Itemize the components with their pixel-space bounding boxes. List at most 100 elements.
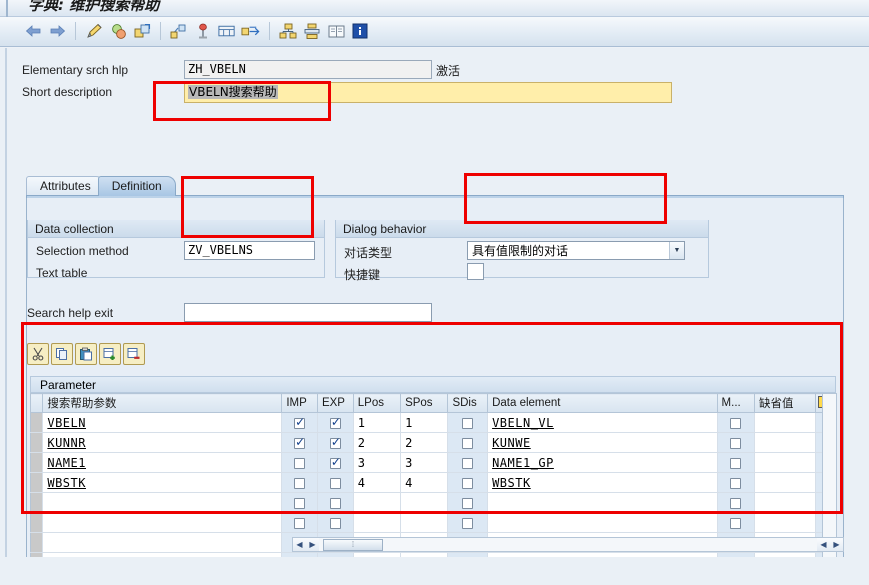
- cell-lpos[interactable]: [352, 512, 402, 533]
- cell-lpos[interactable]: 4: [352, 472, 402, 493]
- cell-delem[interactable]: WBSTK: [487, 472, 718, 493]
- row-selector-cell[interactable]: [29, 532, 44, 553]
- tab-definition[interactable]: Definition: [97, 176, 176, 196]
- data-element-link[interactable]: KUNWE: [492, 436, 531, 450]
- cell-lpos[interactable]: 3: [352, 452, 402, 473]
- table-row[interactable]: WBSTK 4 4 WBSTK: [29, 472, 836, 493]
- column-header-imp[interactable]: IMP: [281, 393, 318, 413]
- checkbox-sdis[interactable]: [462, 437, 474, 449]
- table-row[interactable]: NAME1 33 NAME1_GP: [29, 452, 836, 473]
- cell-lpos[interactable]: 1: [352, 412, 402, 433]
- checkbox-exp[interactable]: [329, 477, 341, 489]
- table-icon[interactable]: [216, 20, 238, 42]
- checkbox-imp[interactable]: [294, 415, 305, 429]
- checkbox-exp[interactable]: [329, 415, 341, 429]
- cell-delem[interactable]: NAME1_GP: [487, 452, 718, 473]
- parameter-link[interactable]: NAME1: [47, 456, 86, 470]
- cell-spos[interactable]: [400, 512, 449, 533]
- row-selector-cell[interactable]: [29, 432, 44, 453]
- grid-scroll-left-button-2[interactable]: [817, 538, 830, 551]
- back-icon[interactable]: [22, 20, 44, 42]
- cell-default[interactable]: [754, 452, 817, 473]
- cell-exp[interactable]: [316, 512, 354, 533]
- display-change-icon[interactable]: [83, 20, 105, 42]
- activate-icon[interactable]: [131, 20, 153, 42]
- hot-key-input[interactable]: [467, 263, 484, 280]
- cell-sdis[interactable]: [447, 412, 489, 433]
- cell-delem[interactable]: [487, 492, 718, 513]
- cell-default[interactable]: [754, 432, 817, 453]
- chevron-down-icon[interactable]: [669, 242, 684, 259]
- row-selector-cell[interactable]: [29, 472, 44, 493]
- data-element-link[interactable]: WBSTK: [492, 476, 531, 490]
- delete-row-icon[interactable]: [123, 343, 145, 365]
- checkbox-exp[interactable]: [329, 455, 341, 469]
- checkbox-imp[interactable]: [294, 497, 306, 509]
- cell-sdis[interactable]: [447, 492, 489, 513]
- cell-default[interactable]: [754, 412, 817, 433]
- cell-exp[interactable]: [316, 452, 354, 473]
- cell-sdis[interactable]: [447, 432, 489, 453]
- cell-param[interactable]: [42, 532, 283, 553]
- cell-mod[interactable]: [716, 412, 756, 433]
- cell-param[interactable]: [42, 512, 283, 533]
- checkbox-sdis[interactable]: [462, 517, 474, 529]
- cell-sdis[interactable]: [447, 472, 489, 493]
- cell-param[interactable]: WBSTK: [42, 472, 283, 493]
- cell-spos[interactable]: 2: [400, 432, 449, 453]
- row-selector-cell[interactable]: [29, 452, 44, 473]
- cell-param[interactable]: NAME1: [42, 452, 283, 473]
- cell-lpos[interactable]: [352, 492, 402, 513]
- column-header-mod[interactable]: M...: [716, 393, 756, 413]
- cell-spos[interactable]: [400, 492, 449, 513]
- checkbox-mod[interactable]: [730, 477, 742, 489]
- cell-mod[interactable]: [716, 472, 756, 493]
- checkbox-imp[interactable]: [294, 435, 305, 449]
- grid-scroll-right-button-2[interactable]: [830, 538, 843, 551]
- where-used-icon[interactable]: [168, 20, 190, 42]
- column-header-delem[interactable]: Data element: [487, 393, 718, 413]
- cell-param[interactable]: KUNNR: [42, 432, 283, 453]
- test-icon[interactable]: [192, 20, 214, 42]
- cell-mod[interactable]: [716, 512, 756, 533]
- cell-spos[interactable]: 3: [400, 452, 449, 473]
- cell-imp[interactable]: [281, 492, 318, 513]
- cell-spos[interactable]: 1: [400, 412, 449, 433]
- data-element-link[interactable]: NAME1_GP: [492, 456, 554, 470]
- checkbox-sdis[interactable]: [462, 497, 474, 509]
- checkbox-exp[interactable]: [329, 497, 341, 509]
- row-selector-header[interactable]: [29, 393, 44, 413]
- parameter-link[interactable]: WBSTK: [47, 476, 86, 490]
- insert-row-icon[interactable]: [99, 343, 121, 365]
- cut-icon[interactable]: [27, 343, 49, 365]
- column-header-param[interactable]: 搜索帮助参数: [42, 393, 283, 413]
- tab-attributes[interactable]: Attributes: [26, 176, 105, 196]
- forward-icon[interactable]: [46, 20, 68, 42]
- cell-exp[interactable]: [316, 492, 354, 513]
- table-row[interactable]: VBELN 11 VBELN_VL: [29, 412, 836, 433]
- cell-lpos[interactable]: 2: [352, 432, 402, 453]
- column-header-exp[interactable]: EXP: [316, 393, 354, 413]
- parameter-link[interactable]: VBELN: [47, 416, 86, 430]
- cell-mod[interactable]: [716, 492, 756, 513]
- grid-horizontal-scrollbar[interactable]: ⁞: [292, 537, 844, 552]
- navigate-icon[interactable]: [240, 20, 262, 42]
- cell-imp[interactable]: [281, 412, 318, 433]
- cell-default[interactable]: [754, 472, 817, 493]
- cell-imp[interactable]: [281, 452, 318, 473]
- checkbox-sdis[interactable]: [462, 417, 474, 429]
- documentation-icon[interactable]: [325, 20, 347, 42]
- cell-exp[interactable]: [316, 412, 354, 433]
- column-header-sdis[interactable]: SDis: [447, 393, 489, 413]
- hierarchy-icon[interactable]: [277, 20, 299, 42]
- checkbox-mod[interactable]: [730, 437, 742, 449]
- checkbox-sdis[interactable]: [462, 477, 474, 489]
- table-row[interactable]: [29, 492, 836, 513]
- checkbox-mod[interactable]: [730, 417, 742, 429]
- cell-param[interactable]: VBELN: [42, 412, 283, 433]
- column-header-default[interactable]: 缺省值: [754, 393, 817, 413]
- cell-imp[interactable]: [281, 432, 318, 453]
- checkbox-sdis[interactable]: [462, 457, 474, 469]
- row-selector-cell[interactable]: [29, 412, 44, 433]
- short-description-input[interactable]: VBELN搜索帮助: [184, 82, 672, 103]
